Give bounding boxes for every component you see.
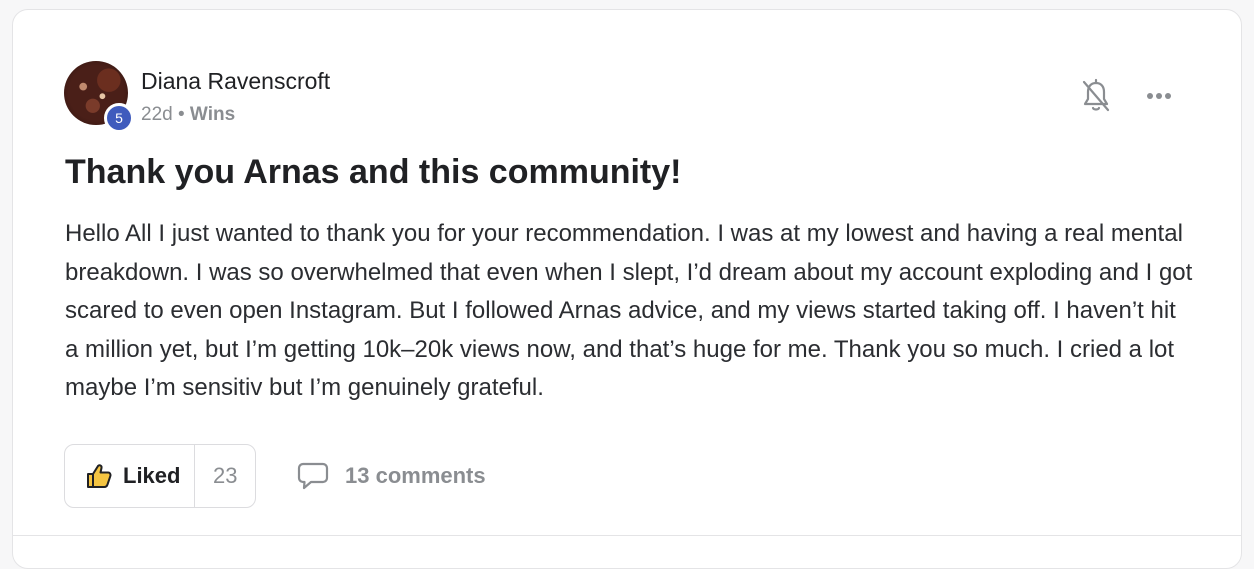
author-name[interactable]: Diana Ravenscroft: [141, 68, 330, 95]
thumbs-up-icon: [87, 464, 112, 488]
post-card: 5 Diana Ravenscroft 22d • Wins Thank you…: [12, 9, 1242, 569]
like-control: Liked 23: [64, 444, 256, 508]
like-count[interactable]: 23: [195, 463, 255, 489]
comment-icon: [297, 462, 329, 490]
bell-icon[interactable]: [1081, 78, 1111, 114]
post-title[interactable]: Thank you Arnas and this community!: [65, 153, 681, 192]
post-body: Hello All I just wanted to thank you for…: [65, 220, 1193, 401]
divider: [13, 535, 1241, 536]
like-label: Liked: [123, 463, 181, 488]
meta-separator: •: [177, 104, 185, 125]
comments-button[interactable]: 13 comments: [297, 460, 486, 492]
like-button[interactable]: Liked: [65, 445, 196, 507]
author-avatar[interactable]: 5: [64, 61, 134, 133]
post-meta: 22d • Wins: [141, 104, 235, 126]
post-category[interactable]: Wins: [190, 104, 235, 125]
more-icon[interactable]: [1143, 86, 1175, 106]
post-time: 22d: [141, 104, 173, 125]
comments-label: 13 comments: [345, 463, 486, 488]
level-badge: 5: [104, 103, 134, 133]
